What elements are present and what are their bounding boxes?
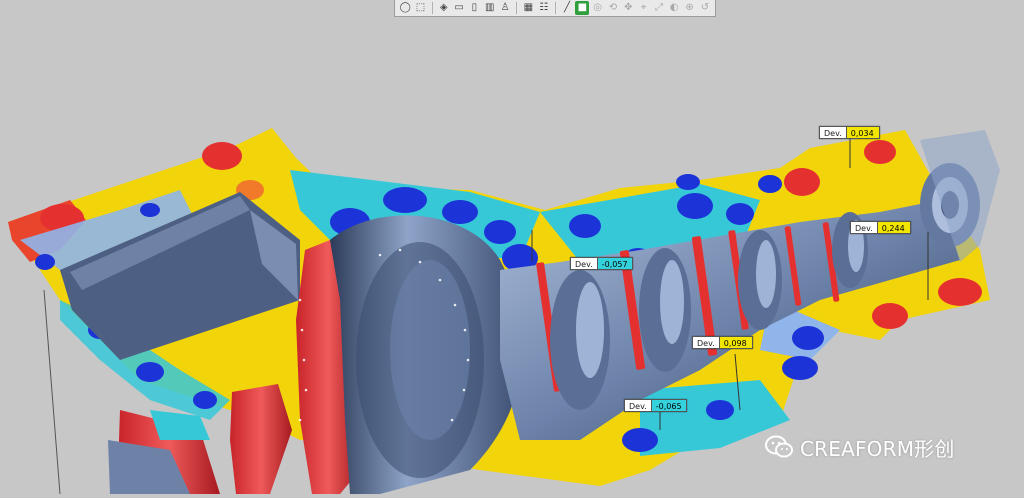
toolbar-separator	[554, 2, 556, 14]
wechat-icon	[765, 435, 793, 458]
deviation-key: Dev.	[850, 221, 877, 234]
view-toolbar: ◯ ⬚ ◈ ▭ ▯ ▥ ♙ ▦ ☷ ╱ ■ ◎ ⟲ ✥ ⌖ ⤢ ◐ ⊕ ↺	[394, 0, 716, 17]
view-circle-icon[interactable]: ◯	[398, 1, 412, 15]
person-view-icon[interactable]: ♙	[498, 1, 512, 15]
iso-view-icon[interactable]: ◈	[437, 1, 451, 15]
deviation-label-4[interactable]: Dev. 0,098	[692, 336, 753, 349]
deviation-value: 0,098	[718, 336, 753, 349]
deviation-value: -0,065	[650, 399, 687, 412]
deviation-key: Dev.	[819, 126, 846, 139]
guide-line	[43, 289, 61, 495]
front-view-icon[interactable]: ▭	[452, 1, 466, 15]
deviation-key: Dev.	[624, 399, 651, 412]
deviation-color-map	[8, 128, 1000, 495]
table-view-icon[interactable]: ☷	[537, 1, 551, 15]
deviation-label-2[interactable]: Dev. 0,244	[850, 221, 911, 234]
zoom-icon[interactable]: ◎	[590, 1, 604, 15]
top-view-icon[interactable]: ▥	[483, 1, 497, 15]
deviation-label-3[interactable]: Dev. -0,057	[570, 257, 633, 270]
cube-view-icon[interactable]: ⬚	[413, 1, 427, 15]
watermark: CREAFORM形创	[764, 432, 955, 462]
deviation-label-1[interactable]: Dev. 0,034	[819, 126, 880, 139]
watermark-text: CREAFORM形创	[800, 436, 955, 461]
reset-icon[interactable]: ↺	[698, 1, 712, 15]
toolbar-separator	[516, 2, 518, 14]
deviation-value: 0,244	[876, 221, 911, 234]
line-tool-icon[interactable]: ╱	[560, 1, 574, 15]
measure-icon[interactable]: ⌖	[636, 1, 650, 15]
toolbar-separator	[431, 2, 433, 14]
deviation-value: -0,057	[596, 257, 633, 270]
fit-icon[interactable]: ⊕	[682, 1, 696, 15]
pan-icon[interactable]: ✥	[621, 1, 635, 15]
deviation-key: Dev.	[692, 336, 719, 349]
grid-view-icon[interactable]: ▦	[521, 1, 535, 15]
color-map-icon[interactable]: ■	[575, 1, 590, 15]
3d-viewport[interactable]: Dev. 0,034 Dev. 0,244 Dev. -0,057 Dev. 0…	[0, 0, 1024, 495]
deviation-label-5[interactable]: Dev. -0,065	[624, 399, 687, 412]
probe-icon[interactable]: ⤢	[652, 1, 666, 15]
deviation-value: 0,034	[845, 126, 880, 139]
rotate-icon[interactable]: ⟲	[606, 1, 620, 15]
side-view-icon[interactable]: ▯	[467, 1, 481, 15]
deviation-key: Dev.	[570, 257, 597, 270]
section-icon[interactable]: ◐	[667, 1, 681, 15]
